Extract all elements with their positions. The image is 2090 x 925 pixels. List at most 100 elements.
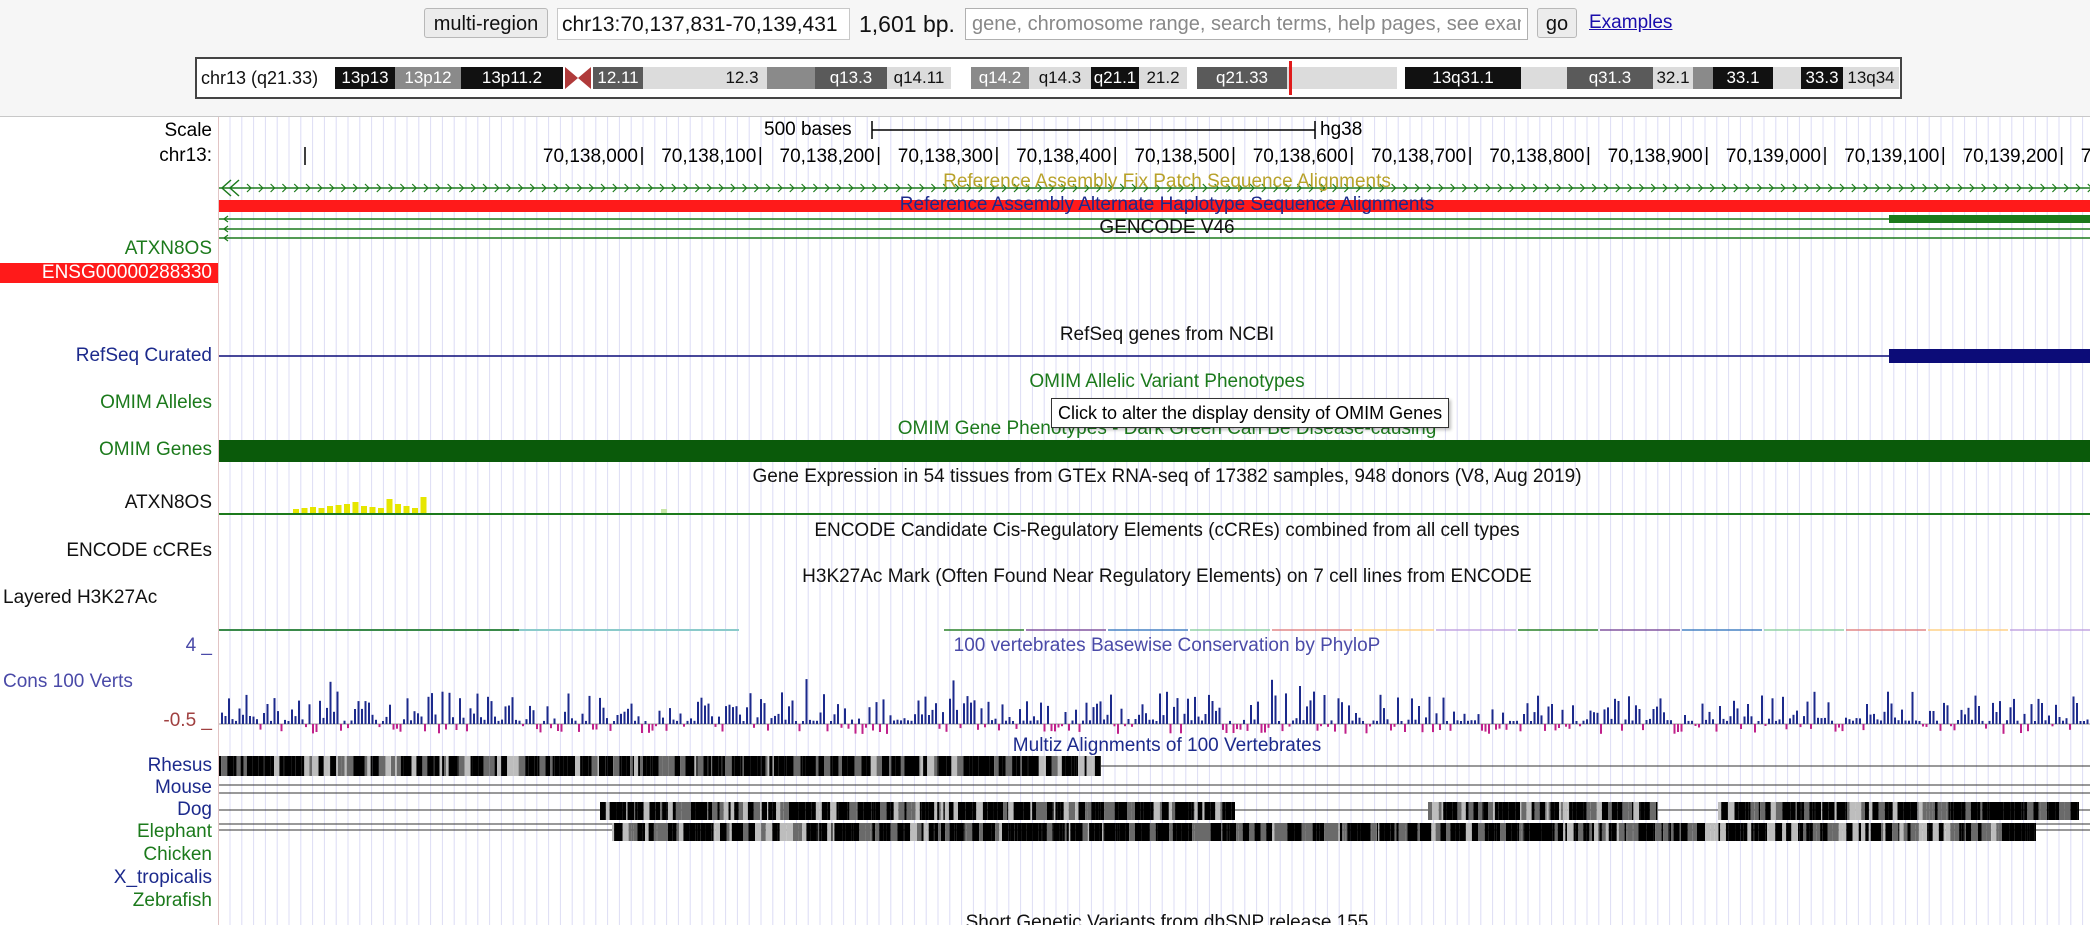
ideogram-band[interactable]: 32.1 (1653, 67, 1693, 89)
phylop-bar (256, 719, 258, 724)
search-input[interactable] (965, 8, 1528, 40)
ideogram-band[interactable]: q14.11 (887, 67, 951, 89)
alt-haplotype-title[interactable]: Reference Assembly Alternate Haplotype S… (900, 194, 1434, 216)
omim-genes-label[interactable]: OMIM Genes (99, 439, 212, 461)
multiz-title[interactable]: Multiz Alignments of 100 Vertebrates (1013, 735, 1321, 757)
ideogram-band[interactable]: q14.3 (1029, 67, 1091, 89)
dog-alignment-block (736, 802, 739, 820)
elephant-alignment-block (851, 823, 854, 841)
elephant-alignment-block (2016, 823, 2022, 841)
rhesus-alignment-block (793, 756, 801, 776)
dog-alignment-block (1608, 802, 1612, 820)
encode-title[interactable]: ENCODE Candidate Cis-Regulatory Elements… (814, 520, 1519, 542)
elephant-alignment-block (1405, 823, 1408, 841)
phylop-title[interactable]: 100 vertebrates Basewise Conservation by… (954, 635, 1381, 657)
fix-patch-title[interactable]: Reference Assembly Fix Patch Sequence Al… (943, 171, 1391, 193)
species-label-zebrafish[interactable]: Zebrafish (133, 890, 212, 912)
species-label-chicken[interactable]: Chicken (143, 844, 212, 866)
elephant-alignment-block (1103, 823, 1105, 841)
phylop-bar (1176, 698, 1179, 724)
ideogram-band[interactable]: q21.1 (1091, 67, 1139, 89)
elephant-alignment-block (1047, 823, 1053, 841)
phylop-bar (788, 706, 790, 724)
dog-alignment-block (672, 802, 676, 820)
scale-text: 500 bases (764, 119, 852, 140)
phylop-bar (840, 724, 843, 728)
rhesus-alignment-block (1071, 756, 1075, 776)
elephant-alignment-block (1010, 823, 1015, 841)
ideogram-band[interactable]: 33.1 (1713, 67, 1773, 89)
rhesus-alignment-block (891, 756, 896, 776)
phylop-bar (690, 718, 692, 724)
dog-alignment-block (1446, 802, 1453, 820)
refseq-curated-label[interactable]: RefSeq Curated (76, 345, 212, 367)
elephant-alignment-block (731, 823, 737, 841)
chromosome-ideogram[interactable]: chr13 (q21.33) 13p13 13p12 13p11.2 12.11 12.… (195, 57, 1902, 99)
phylop-bar (1131, 724, 1133, 727)
ideogram-band[interactable]: q14.2 (971, 67, 1029, 89)
elephant-alignment-block (1981, 823, 1987, 841)
tooltip: Click to alter the display density of OM… (1051, 398, 1450, 428)
gtex-bar (420, 497, 427, 513)
phylop-bar (963, 703, 965, 724)
encode-ccres-label[interactable]: ENCODE cCREs (66, 540, 212, 562)
ideogram-band[interactable]: 33.3 (1801, 67, 1843, 89)
ideogram-band[interactable]: 12.11 (593, 67, 643, 89)
gene-label-ensg[interactable]: ENSG00000288330 (42, 262, 212, 284)
phylop-bar (1152, 719, 1154, 724)
phylop-bar (1894, 717, 1896, 724)
layered-h3k27ac-label[interactable]: Layered H3K27Ac (3, 587, 157, 609)
ideogram-band[interactable]: 12.3 (717, 67, 767, 89)
ideogram-band[interactable]: q13.3 (815, 67, 887, 89)
dog-alignment-block (1428, 802, 1432, 820)
elephant-alignment-block (821, 823, 828, 841)
elephant-alignment-block (1189, 823, 1193, 841)
species-label-elephant[interactable]: Elephant (137, 821, 212, 843)
dog-alignment-block (1498, 802, 1500, 820)
phylop-bar (1680, 724, 1683, 732)
ideogram-band[interactable]: q31.3 (1567, 67, 1653, 89)
go-button[interactable]: go (1537, 8, 1577, 38)
elephant-alignment-block (1927, 823, 1929, 841)
species-label-dog[interactable]: Dog (177, 799, 212, 821)
gtex-gene-label[interactable]: ATXN8OS (125, 492, 212, 514)
multi-region-button[interactable]: multi-region (424, 8, 548, 38)
phylop-bar (669, 708, 671, 724)
gene-label-atxn8os[interactable]: ATXN8OS (125, 238, 212, 260)
refseq-title[interactable]: RefSeq genes from NCBI (1060, 324, 1274, 346)
ideogram-band[interactable]: q21.33 (1197, 67, 1287, 89)
ideogram-band[interactable]: 13p12 (395, 67, 461, 89)
species-label-x-tropicalis[interactable]: X_tropicalis (114, 867, 212, 889)
gtex-title[interactable]: Gene Expression in 54 tissues from GTEx … (752, 466, 1581, 488)
elephant-alignment-block (1813, 823, 1817, 841)
omim-alleles-title[interactable]: OMIM Allelic Variant Phenotypes (1029, 371, 1304, 393)
position-display[interactable]: chr13:70,137,831-70,139,431 (557, 8, 850, 40)
elephant-alignment-block (1378, 823, 1380, 841)
phylop-bar (1075, 709, 1077, 724)
elephant-alignment-block (1681, 823, 1688, 841)
dbsnp-title[interactable]: Short Genetic Variants from dbSNP releas… (966, 912, 1369, 925)
examples-link[interactable]: Examples (1589, 12, 1672, 34)
gencode-title[interactable]: GENCODE V46 (1099, 217, 1234, 239)
phylop-bar (2023, 713, 2026, 724)
elephant-alignment-block (1450, 823, 1455, 841)
h3k27ac-title[interactable]: H3K27Ac Mark (Often Found Near Regulator… (802, 566, 1532, 588)
species-label-rhesus[interactable]: Rhesus (148, 755, 212, 777)
dog-alignment-block (1864, 802, 1869, 820)
rhesus-alignment-block (847, 756, 854, 776)
phylop-bar (1771, 698, 1774, 724)
cons-100-verts-label[interactable]: Cons 100 Verts (3, 671, 133, 693)
elephant-alignment-block (1324, 823, 1329, 841)
phylop-bar (1621, 724, 1623, 731)
omim-alleles-label[interactable]: OMIM Alleles (100, 392, 212, 414)
track-image[interactable]: 500 bases hg38 70,138,000 70,138,100 70,13… (219, 117, 2090, 925)
species-label-mouse[interactable]: Mouse (155, 777, 212, 799)
ideogram-band[interactable]: 13q34 (1843, 67, 1899, 89)
phylop-bar (354, 709, 356, 724)
ideogram-band[interactable]: 13p13 (335, 67, 395, 89)
ideogram-band[interactable]: 13q31.1 (1405, 67, 1521, 89)
ideogram-band[interactable]: 13p11.2 (461, 67, 563, 89)
elephant-alignment-block (1272, 823, 1275, 841)
dog-alignment-block (634, 802, 636, 820)
ideogram-band[interactable]: 21.2 (1139, 67, 1187, 89)
